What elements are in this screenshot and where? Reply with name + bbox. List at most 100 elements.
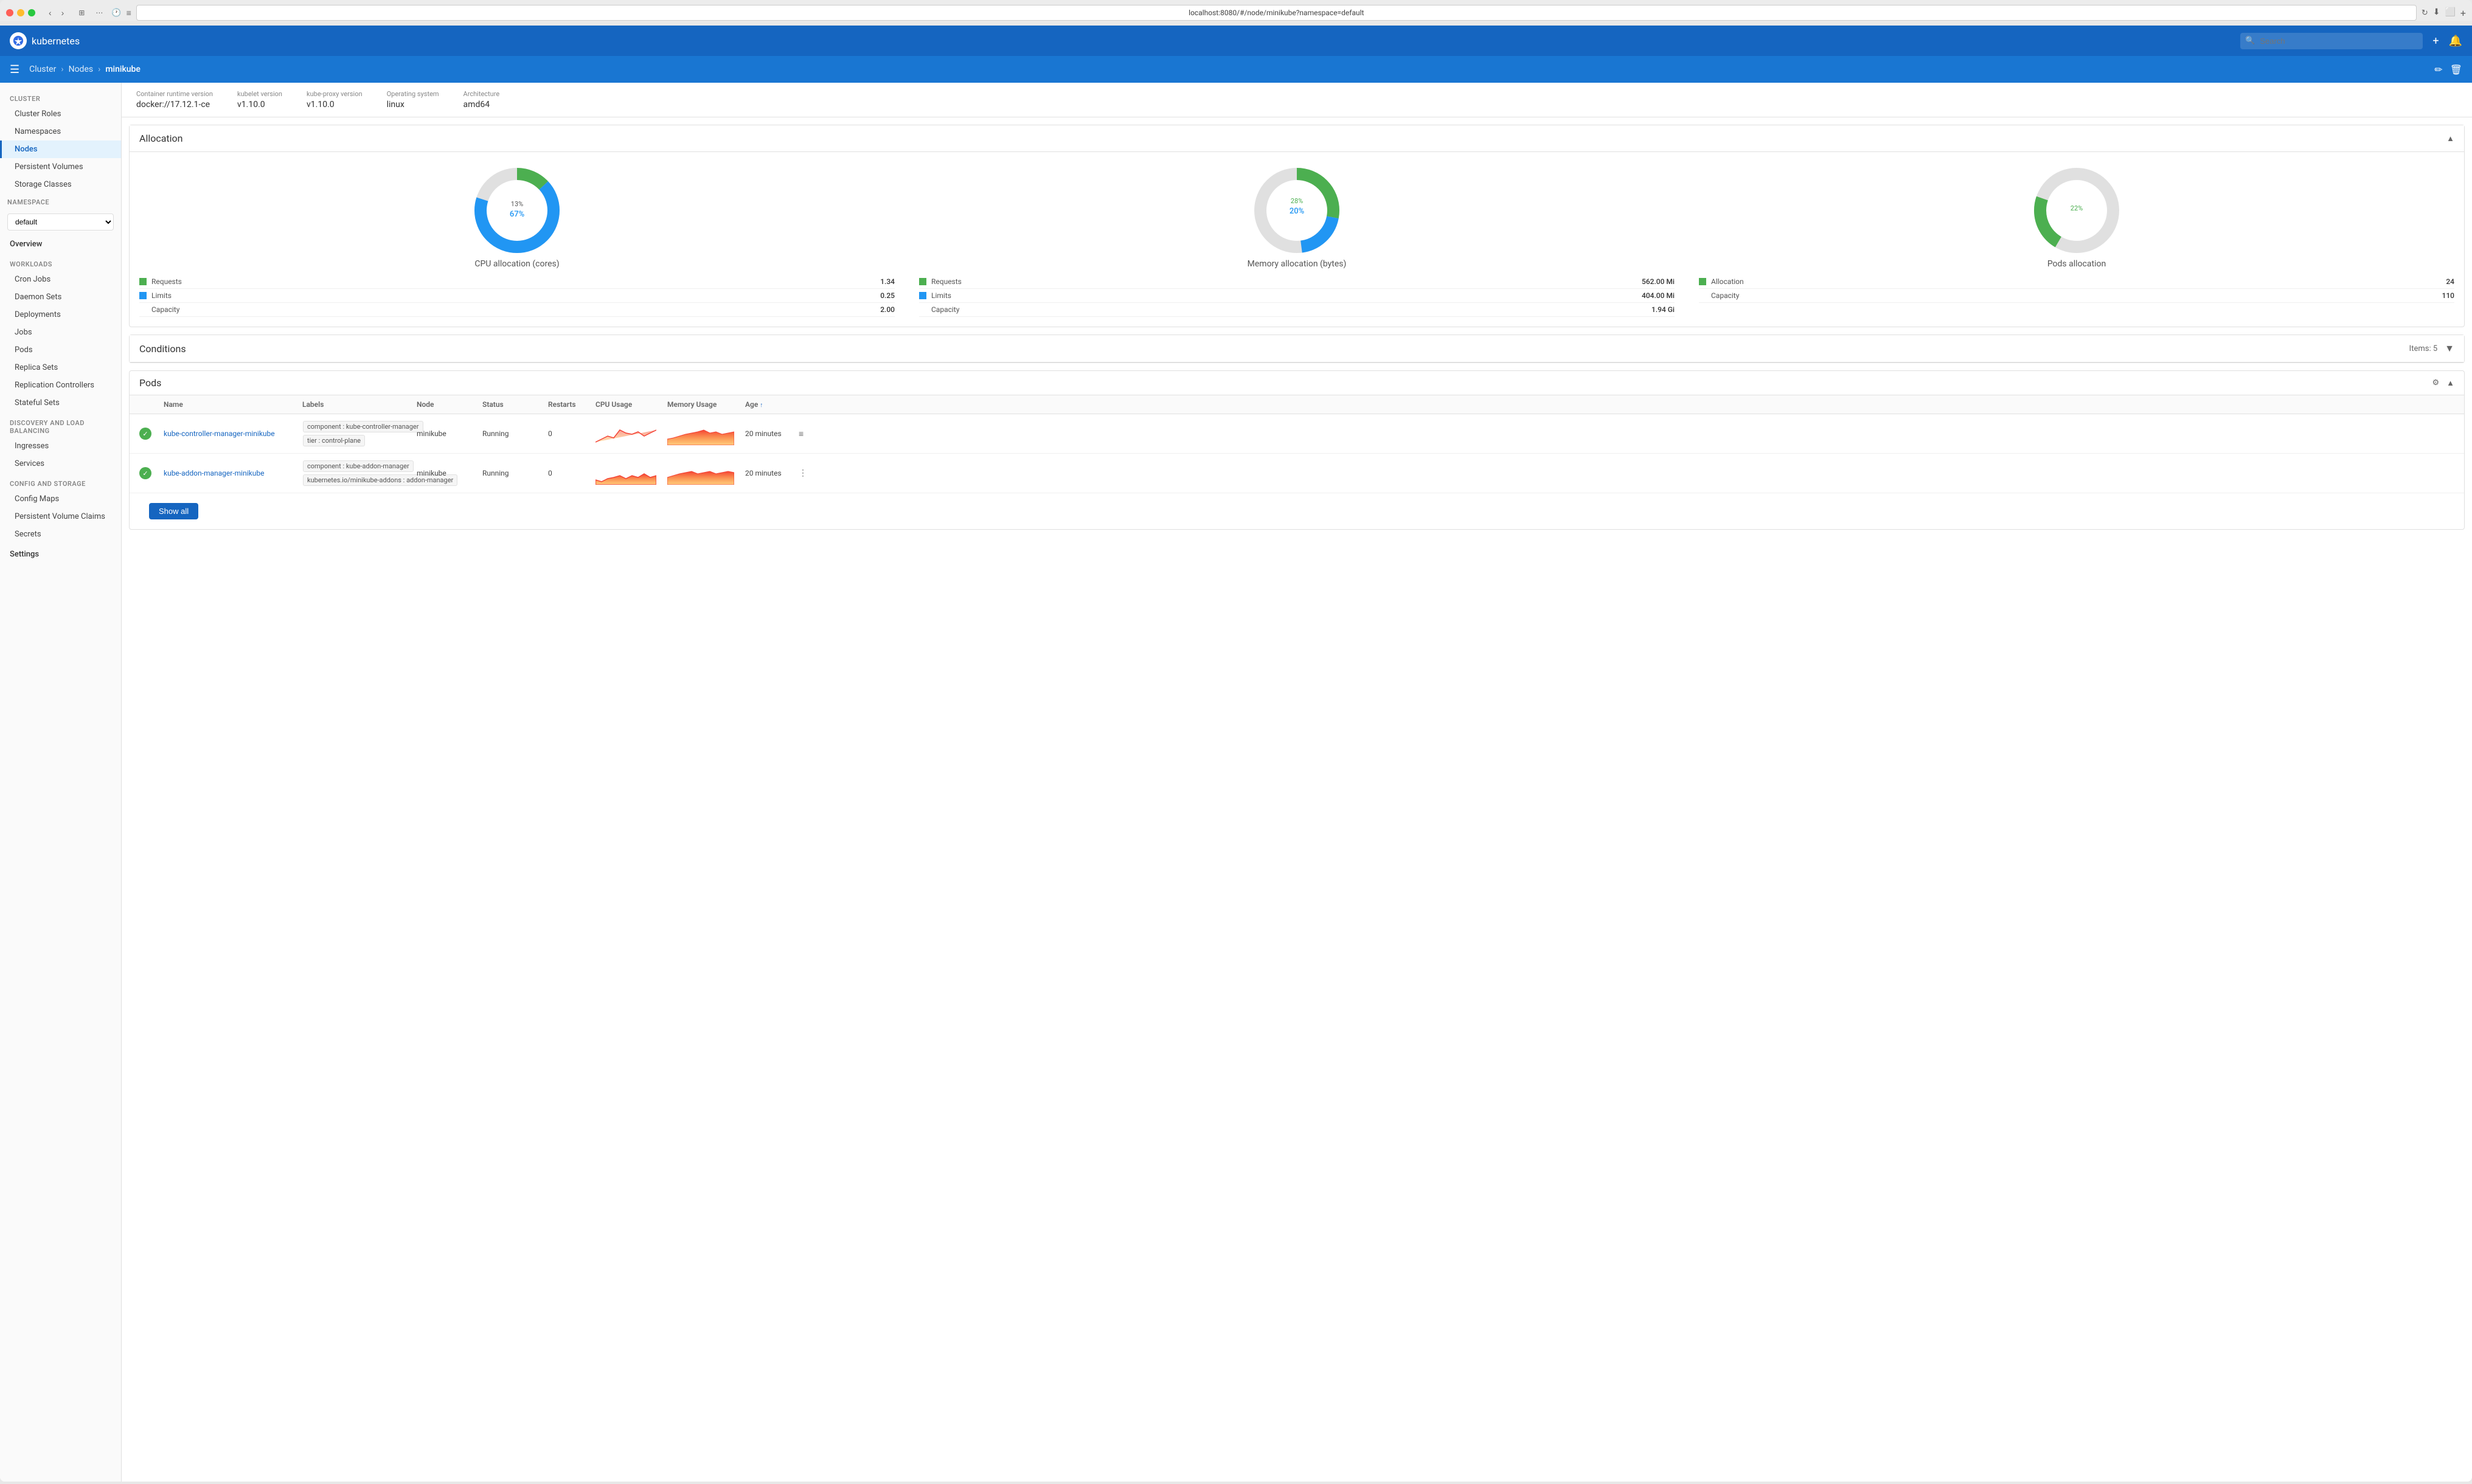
os-label: Operating system: [387, 90, 439, 98]
breadcrumb: Cluster › Nodes › minikube: [29, 64, 141, 74]
delete-icon[interactable]: 🗑: [2450, 64, 2462, 75]
kubernetes-icon: [13, 35, 24, 46]
edit-icon[interactable]: ✏: [2434, 64, 2442, 75]
pod-2-labels: component : kube-addon-manager kubernete…: [302, 460, 412, 487]
sidebar-item-stateful-sets[interactable]: Stateful Sets: [0, 394, 121, 412]
sidebar-item-services[interactable]: Services: [0, 455, 121, 473]
table-row: ✓ kube-controller-manager-minikube compo…: [130, 414, 2464, 454]
pod-1-cpu-chart: [595, 421, 662, 447]
sidebar-item-persistent-volumes[interactable]: Persistent Volumes: [0, 158, 121, 176]
sidebar-item-cron-jobs[interactable]: Cron Jobs: [0, 271, 121, 288]
cluster-section-header: Cluster: [0, 88, 121, 105]
forward-button[interactable]: ›: [58, 7, 68, 19]
allocation-collapse-icon[interactable]: ▲: [2446, 134, 2454, 144]
table-row: ✓ kube-addon-manager-minikube component …: [130, 454, 2464, 493]
memory-requests-color: [919, 278, 926, 285]
pods-allocation-label: Allocation: [1711, 277, 2446, 286]
address-bar[interactable]: localhost:8080/#/node/minikube?namespace…: [136, 5, 2417, 21]
main-layout: Cluster Cluster Roles Namespaces Nodes P…: [0, 83, 2472, 1482]
memory-capacity-value: 1.94 Gi: [1651, 305, 1675, 314]
sidebar-overview[interactable]: Overview: [0, 235, 121, 253]
pod-1-menu[interactable]: ≡: [799, 429, 817, 439]
sidebar-item-jobs[interactable]: Jobs: [0, 324, 121, 341]
pods-legend-allocation: Allocation 24: [1699, 275, 2454, 289]
conditions-expand-icon[interactable]: ▼: [2445, 342, 2454, 355]
pod-1-label-1[interactable]: tier : control-plane: [303, 435, 365, 446]
breadcrumb-sep-2: ›: [98, 64, 100, 74]
cpu-capacity-color: [139, 306, 147, 313]
col-status-text-header[interactable]: Status: [482, 400, 543, 409]
sidebar-item-namespaces[interactable]: Namespaces: [0, 123, 121, 140]
sidebar-item-ingresses[interactable]: Ingresses: [0, 437, 121, 455]
pods-legend-capacity: Capacity 110: [1699, 289, 2454, 303]
pod-2-memory-chart: [667, 460, 740, 487]
cpu-limits-color: [139, 292, 147, 299]
pod-2-status-badge: ✓: [139, 467, 151, 479]
pod-2-label-0[interactable]: component : kube-addon-manager: [303, 460, 414, 472]
pods-section-title: Pods: [139, 377, 161, 389]
extend-icon[interactable]: ⬜: [2445, 7, 2455, 19]
memory-limits-label: Limits: [931, 291, 1642, 300]
minimize-button[interactable]: [17, 9, 24, 16]
hamburger-icon[interactable]: ☰: [10, 63, 19, 76]
pod-1-labels: component : kube-controller-manager tier…: [302, 420, 412, 447]
svg-text:67%: 67%: [510, 210, 524, 219]
pods-capacity-value: 110: [2442, 291, 2454, 300]
col-node-header[interactable]: Node: [417, 400, 477, 409]
sidebar-item-config-maps[interactable]: Config Maps: [0, 490, 121, 508]
add-icon[interactable]: +: [2432, 35, 2439, 47]
close-button[interactable]: [6, 9, 13, 16]
search-input[interactable]: [2240, 33, 2423, 49]
filter-icon[interactable]: ⚙: [2432, 378, 2439, 388]
cpu-legend-limits: Limits 0.25: [139, 289, 895, 303]
sidebar-item-replication-controllers[interactable]: Replication Controllers: [0, 376, 121, 394]
pod-2-restarts: 0: [548, 469, 591, 477]
col-name-header[interactable]: Name: [164, 400, 297, 409]
maximize-button[interactable]: [28, 9, 35, 16]
col-labels-header[interactable]: Labels: [302, 400, 412, 409]
breadcrumb-cluster[interactable]: Cluster: [29, 64, 56, 74]
col-memory-header[interactable]: Memory Usage: [667, 400, 740, 409]
pod-2-node: minikube: [417, 469, 477, 477]
breadcrumb-nodes[interactable]: Nodes: [69, 64, 94, 74]
pod-2-name[interactable]: kube-addon-manager-minikube: [164, 469, 297, 477]
sidebar-item-replica-sets[interactable]: Replica Sets: [0, 359, 121, 376]
download-icon[interactable]: ⬇: [2433, 7, 2440, 19]
pod-1-label-0[interactable]: component : kube-controller-manager: [303, 421, 423, 432]
new-tab-icon[interactable]: +: [2460, 7, 2466, 19]
sidebar-item-pvc[interactable]: Persistent Volume Claims: [0, 508, 121, 525]
col-cpu-header[interactable]: CPU Usage: [595, 400, 662, 409]
allocation-title: Allocation: [139, 133, 183, 144]
sidebar-item-storage-classes[interactable]: Storage Classes: [0, 176, 121, 193]
sidebar-item-pods[interactable]: Pods: [0, 341, 121, 359]
cpu-requests-label: Requests: [151, 277, 880, 286]
sidebar-item-daemon-sets[interactable]: Daemon Sets: [0, 288, 121, 306]
pods-section-header: Pods ⚙ ▲: [130, 371, 2464, 395]
show-all-button[interactable]: Show all: [149, 503, 198, 519]
pods-collapse-icon[interactable]: ▲: [2446, 378, 2454, 388]
cpu-donut-chart: 13% 67%: [468, 162, 566, 259]
pod-2-age: 20 minutes: [745, 469, 794, 477]
breadcrumb-bar: ☰ Cluster › Nodes › minikube ✏ 🗑: [0, 56, 2472, 83]
pod-1-name[interactable]: kube-controller-manager-minikube: [164, 429, 297, 438]
tab-grid[interactable]: ⋯: [92, 7, 106, 18]
notification-icon[interactable]: 🔔: [2449, 35, 2462, 47]
refresh-icon[interactable]: ↻: [2422, 9, 2428, 18]
os-value: linux: [387, 100, 439, 109]
sidebar-item-cluster-roles[interactable]: Cluster Roles: [0, 105, 121, 123]
pod-1-node: minikube: [417, 429, 477, 438]
namespace-select[interactable]: default: [7, 213, 114, 231]
col-restarts-header[interactable]: Restarts: [548, 400, 591, 409]
sidebar-item-secrets[interactable]: Secrets: [0, 525, 121, 543]
sidebar-item-deployments[interactable]: Deployments: [0, 306, 121, 324]
cpu-legend-capacity: Capacity 2.00: [139, 303, 895, 317]
memory-limits-color: [919, 292, 926, 299]
svg-text:22%: 22%: [2071, 204, 2083, 212]
conditions-items-count: Items: 5: [2409, 344, 2437, 353]
tab-switcher[interactable]: ⊞: [75, 7, 88, 18]
col-age-header[interactable]: Age ↑: [745, 400, 794, 409]
sidebar-item-nodes[interactable]: Nodes: [0, 140, 121, 158]
pod-2-menu[interactable]: ⋮: [799, 468, 817, 478]
back-button[interactable]: ‹: [45, 7, 55, 19]
sidebar-settings[interactable]: Settings: [0, 546, 121, 563]
